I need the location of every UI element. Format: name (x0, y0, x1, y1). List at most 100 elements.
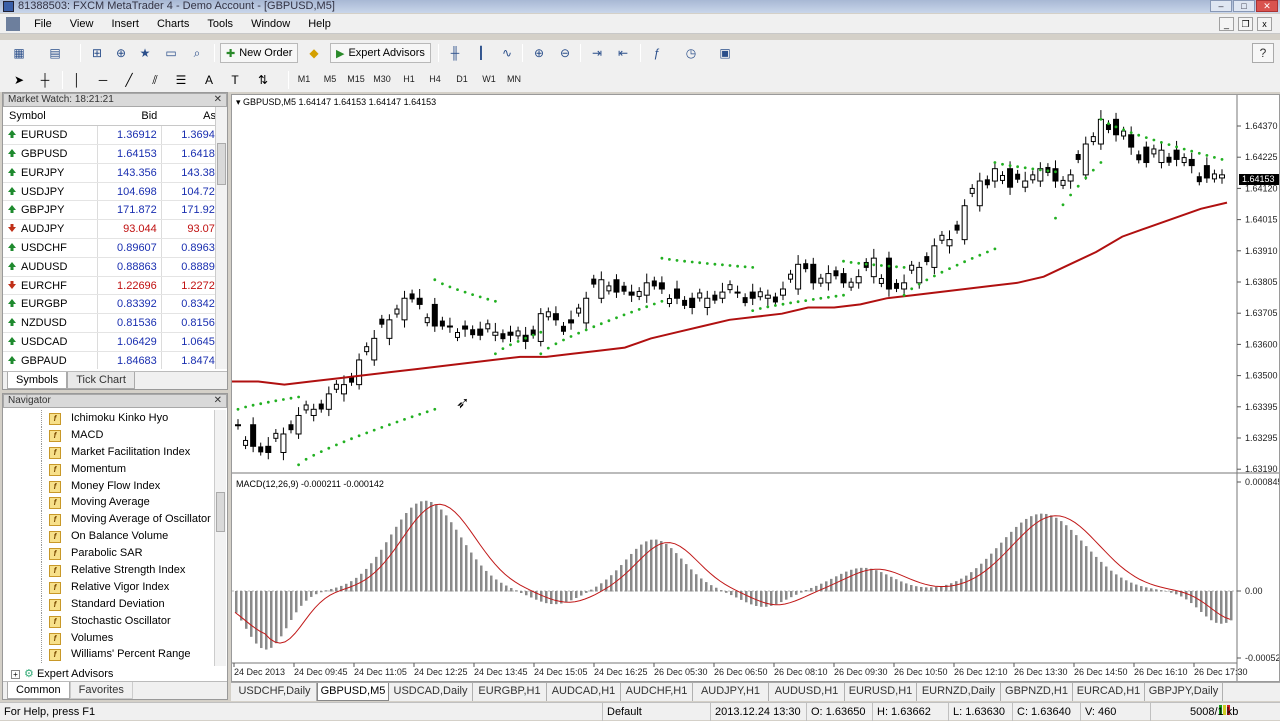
menu-insert[interactable]: Insert (102, 14, 148, 34)
strategy-tester-icon[interactable]: ⌕ (186, 43, 208, 63)
navigator-item[interactable]: f Stochastic Oscillator (3, 612, 227, 630)
menu-charts[interactable]: Charts (148, 14, 198, 34)
symbol-cell[interactable]: USDCAD (3, 332, 98, 352)
navigator-item[interactable]: f Moving Average (3, 494, 227, 512)
fibonacci-icon[interactable]: ☰ (170, 70, 192, 90)
timeframe-m5[interactable]: M5 (318, 70, 342, 88)
indicators-icon[interactable]: ƒ (646, 43, 668, 63)
tab-common[interactable]: Common (7, 682, 70, 699)
timeframe-m15[interactable]: M15 (344, 70, 368, 88)
timeframe-w1[interactable]: W1 (477, 70, 501, 88)
data-window-icon[interactable]: ⊕ (110, 43, 132, 63)
table-row[interactable]: GBPJPY 171.872 171.925 (3, 200, 227, 221)
symbol-cell[interactable]: USDJPY (3, 182, 98, 202)
timeframe-h1[interactable]: H1 (397, 70, 421, 88)
tab-tick-chart[interactable]: Tick Chart (67, 372, 135, 389)
table-row[interactable]: USDCAD 1.06429 1.06453 (3, 332, 227, 352)
navigator-item[interactable]: f Williams' Percent Range (3, 646, 227, 663)
menu-tools[interactable]: Tools (198, 14, 242, 34)
horizontal-line-icon[interactable]: ─ (92, 70, 114, 90)
expand-icon[interactable]: + (11, 670, 20, 679)
tab-favorites[interactable]: Favorites (69, 682, 133, 699)
symbol-cell[interactable]: EURGBP (3, 294, 98, 315)
cursor-icon[interactable]: ➤ (8, 70, 30, 90)
autoscroll-icon[interactable]: ⇥ (586, 43, 608, 63)
scrollbar[interactable] (214, 410, 226, 666)
mdi-minimize-button[interactable]: _ (1219, 17, 1234, 31)
navigator-item[interactable]: f Parabolic SAR (3, 545, 227, 563)
table-row[interactable]: USDJPY 104.698 104.723 (3, 182, 227, 202)
timeframe-m1[interactable]: M1 (292, 70, 316, 88)
menu-help[interactable]: Help (299, 14, 340, 34)
candlestick-icon[interactable]: ┃ (470, 43, 492, 63)
symbol-cell[interactable]: AUDUSD (3, 257, 98, 277)
symbol-cell[interactable]: USDCHF (3, 238, 98, 258)
timeframe-mn[interactable]: MN (502, 70, 526, 88)
table-row[interactable]: EURJPY 143.356 143.387 (3, 163, 227, 183)
menu-view[interactable]: View (61, 14, 103, 34)
symbol-cell[interactable]: GBPJPY (3, 200, 98, 221)
navigator-item[interactable]: f Market Facilitation Index (3, 443, 227, 461)
table-row[interactable]: AUDJPY 93.044 93.079 (3, 219, 227, 240)
symbol-cell[interactable]: EURUSD (3, 125, 98, 146)
new-order-button[interactable]: ✚ New Order (220, 43, 299, 63)
navigator-item[interactable]: f MACD (3, 426, 227, 444)
symbol-cell[interactable]: NZDUSD (3, 313, 98, 334)
chart-tab[interactable]: USDCHF,Daily (233, 683, 317, 701)
mdi-close-button[interactable]: x (1257, 17, 1272, 31)
bar-chart-icon[interactable]: ╫ (444, 43, 466, 63)
vertical-line-icon[interactable]: │ (66, 70, 88, 90)
navigator-item[interactable]: f On Balance Volume (3, 528, 227, 546)
channel-icon[interactable]: ⫽ (144, 70, 166, 90)
scrollbar-thumb[interactable] (217, 143, 226, 185)
menu-window[interactable]: Window (242, 14, 299, 34)
symbol-cell[interactable]: GBPUSD (3, 144, 98, 164)
timeframe-h4[interactable]: H4 (423, 70, 447, 88)
navigator-item[interactable]: f Money Flow Index (3, 477, 227, 495)
column-header-symbol[interactable]: Symbol (3, 107, 98, 127)
profiles-icon[interactable]: ▤ (44, 43, 66, 63)
status-profile[interactable]: Default (602, 703, 702, 721)
column-header-bid[interactable]: Bid (97, 107, 162, 127)
chart-tab[interactable]: AUDCHF,H1 (621, 683, 693, 701)
timeframe-d1[interactable]: D1 (450, 70, 474, 88)
chart-tab[interactable]: AUDUSD,H1 (769, 683, 845, 701)
chart-shift-icon[interactable]: ⇤ (612, 43, 634, 63)
periods-icon[interactable]: ◷ (680, 43, 702, 63)
close-icon[interactable]: ✕ (214, 94, 222, 106)
chart-tab[interactable]: GBPNZD,H1 (1001, 683, 1073, 701)
table-row[interactable]: GBPUSD 1.64153 1.64181 (3, 144, 227, 164)
table-row[interactable]: AUDUSD 0.88863 0.88892 (3, 257, 227, 277)
close-icon[interactable]: ✕ (214, 395, 222, 407)
navigator-item[interactable]: f Relative Vigor Index (3, 578, 227, 596)
symbol-cell[interactable]: EURCHF (3, 276, 98, 296)
menu-file[interactable]: File (25, 14, 61, 34)
timeframe-m30[interactable]: M30 (370, 70, 394, 88)
chart-tab[interactable]: GBPJPY,Daily (1145, 683, 1223, 701)
price-chart[interactable]: 1.643701.642251.641201.640151.639101.638… (232, 95, 1280, 681)
chart-tab[interactable]: EURCAD,H1 (1073, 683, 1145, 701)
table-row[interactable]: EURGBP 0.83392 0.83421 (3, 294, 227, 315)
chart-tab[interactable]: USDCAD,Daily (389, 683, 473, 701)
symbol-cell[interactable]: EURJPY (3, 163, 98, 183)
zoom-out-icon[interactable]: ⊖ (554, 43, 576, 63)
expert-advisors-folder[interactable]: + ⚙ Expert Advisors (3, 666, 213, 682)
text-icon[interactable]: A (198, 70, 220, 90)
scrollbar-thumb[interactable] (216, 492, 225, 532)
chart-tab[interactable]: AUDJPY,H1 (693, 683, 769, 701)
help-icon[interactable]: ? (1252, 43, 1274, 63)
chart-tab[interactable]: EURGBP,H1 (473, 683, 547, 701)
chart-window[interactable]: 1.64370 1.64225 1.64120 1.64015 1.63910 1.638… (231, 94, 1280, 682)
table-row[interactable]: NZDUSD 0.81536 0.81567 (3, 313, 227, 334)
arrows-icon[interactable]: ⇅ (252, 70, 274, 90)
templates-icon[interactable]: ▣ (714, 43, 736, 63)
tab-symbols[interactable]: Symbols (7, 372, 68, 389)
market-watch-icon[interactable]: ⊞ (86, 43, 108, 63)
table-row[interactable]: GBPAUD 1.84683 1.84741 (3, 351, 227, 369)
table-row[interactable]: EURCHF 1.22696 1.22725 (3, 276, 227, 296)
navigator-item[interactable]: f Moving Average of Oscillator (3, 511, 227, 529)
chart-tab[interactable]: GBPUSD,M5 (317, 683, 389, 701)
line-chart-icon[interactable]: ∿ (496, 43, 518, 63)
navigator-item[interactable]: f Momentum (3, 460, 227, 478)
maximize-button[interactable]: □ (1233, 0, 1255, 12)
